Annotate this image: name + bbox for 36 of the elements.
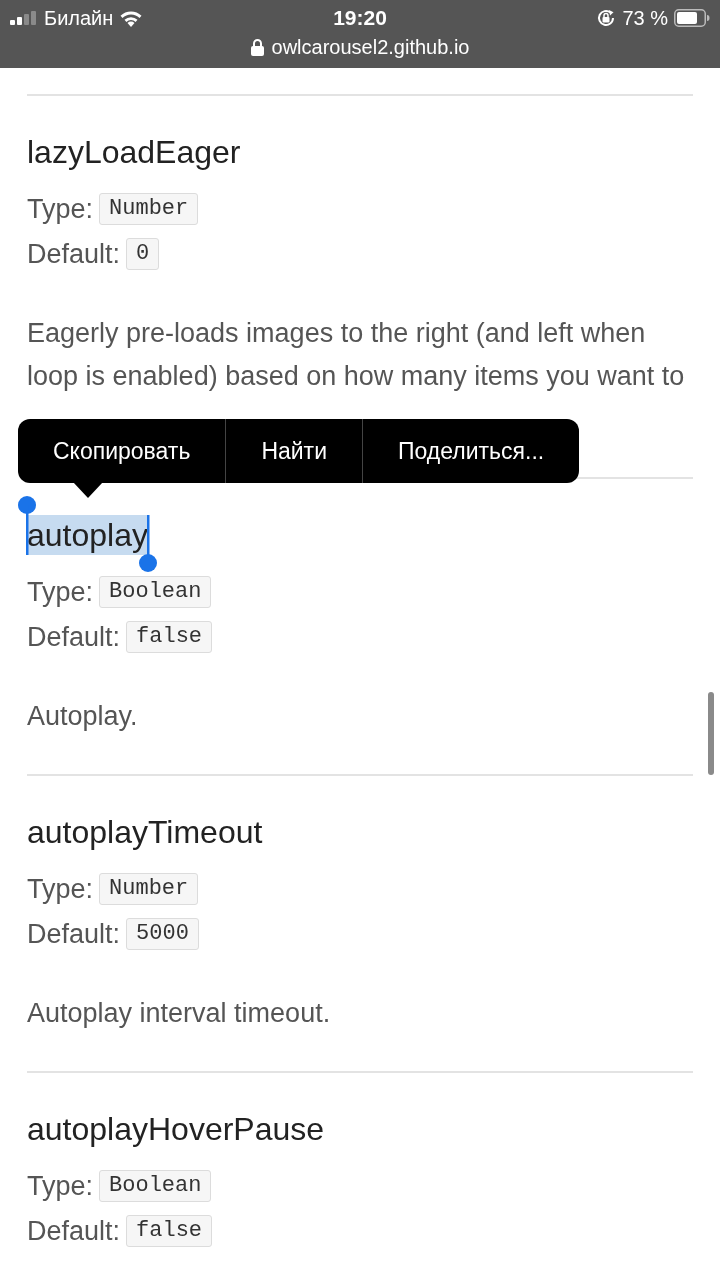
- option-description: Autoplay.: [27, 700, 139, 733]
- option-default-value: false: [126, 1214, 213, 1247]
- option-title: lazyLoadEager: [27, 133, 241, 172]
- option-default-value: 0: [126, 237, 160, 270]
- field-label: Default:: [27, 237, 121, 270]
- field-label: Default:: [27, 1214, 121, 1247]
- option-default-value: 5000: [126, 917, 199, 950]
- field-label: Default:: [27, 620, 121, 653]
- rotation-lock-icon: [596, 8, 617, 28]
- field-label: Type:: [27, 872, 94, 905]
- battery-percentage: 73 %: [622, 6, 668, 30]
- lock-icon: [250, 38, 264, 56]
- field-label: Type:: [27, 575, 94, 608]
- field-label: Type:: [27, 192, 94, 225]
- signal-icon: [10, 11, 38, 25]
- option-default-value: false: [126, 620, 213, 653]
- option-type-value: Number: [99, 192, 199, 225]
- option-description: Eagerly pre-loads images to the right (and left when loop is enabled) based on how many items you want to: [27, 317, 686, 393]
- field-label: Default:: [27, 917, 121, 950]
- menu-item[interactable]: Найти: [225, 419, 362, 483]
- carrier-name: Билайн: [44, 6, 114, 30]
- battery-icon: [674, 9, 710, 27]
- option-title: autoplay: [27, 515, 148, 555]
- menu-item[interactable]: Скопировать: [18, 419, 226, 483]
- option-type-value: Boolean: [99, 1169, 212, 1202]
- clock-time: 19:20: [332, 6, 388, 30]
- page-url[interactable]: owlcarousel2.github.io: [271, 36, 470, 58]
- option-description: Autoplay interval timeout.: [27, 997, 332, 1030]
- option-title: autoplayTimeout: [27, 813, 263, 852]
- field-label: Type:: [27, 1169, 94, 1202]
- scrollbar-thumb[interactable]: [708, 692, 714, 775]
- menu-item[interactable]: Поделиться...: [362, 419, 580, 483]
- option-type-value: Number: [99, 872, 199, 905]
- option-title: autoplayHoverPause: [27, 1110, 325, 1149]
- wifi-icon: [119, 9, 144, 27]
- option-type-value: Boolean: [99, 575, 212, 608]
